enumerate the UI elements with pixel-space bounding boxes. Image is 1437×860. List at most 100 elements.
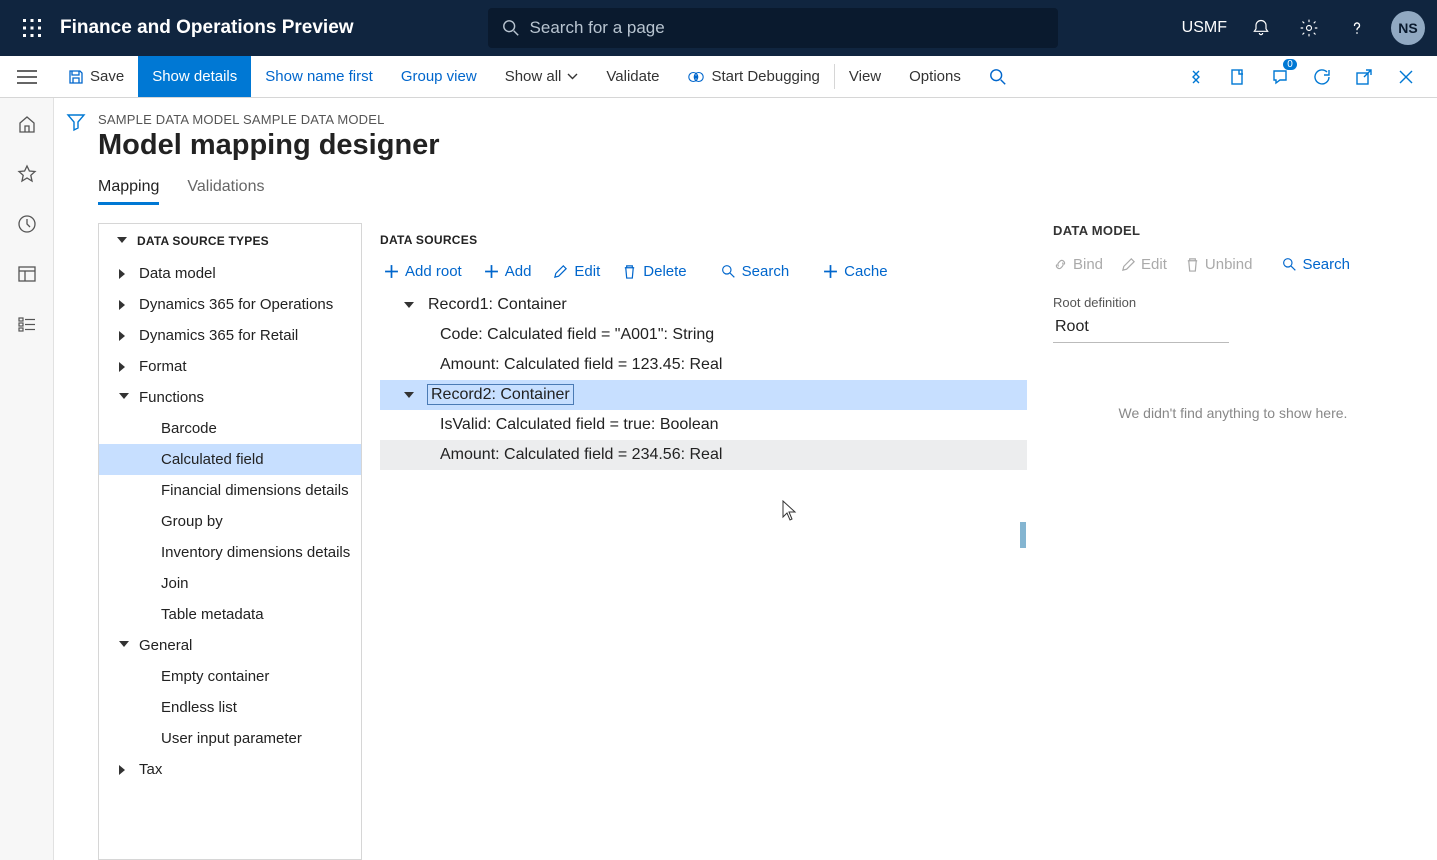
show-all-dropdown[interactable]: Show all (491, 56, 593, 97)
show-name-first-button[interactable]: Show name first (251, 56, 387, 97)
dst-d365-retail[interactable]: Dynamics 365 for Retail (99, 320, 361, 351)
avatar[interactable]: NS (1391, 11, 1425, 45)
close-icon[interactable] (1393, 64, 1419, 90)
dst-d365-operations[interactable]: Dynamics 365 for Operations (99, 289, 361, 320)
help-icon[interactable] (1343, 14, 1371, 42)
refresh-icon[interactable] (1309, 64, 1335, 90)
delete-icon (622, 264, 637, 279)
chevron-down-icon (567, 73, 578, 80)
dst-table-metadata[interactable]: Table metadata (99, 599, 361, 630)
home-icon[interactable] (13, 110, 41, 138)
top-banner: Finance and Operations Preview USMF NS (0, 0, 1437, 56)
dst-format[interactable]: Format (99, 351, 361, 382)
ds-amount1[interactable]: Amount: Calculated field = 123.45: Real (380, 350, 1027, 380)
dst-group-by[interactable]: Group by (99, 506, 361, 537)
ds-amount2[interactable]: Amount: Calculated field = 234.56: Real (380, 440, 1027, 470)
command-bar-right: 0 (1183, 56, 1437, 97)
settings-icon[interactable] (1295, 14, 1323, 42)
dst-endless-list[interactable]: Endless list (99, 692, 361, 723)
ds-code[interactable]: Code: Calculated field = "A001": String (380, 320, 1027, 350)
tab-mapping[interactable]: Mapping (98, 178, 159, 205)
workspaces-icon[interactable] (13, 260, 41, 288)
global-search-input[interactable] (530, 18, 1044, 38)
link-icon (1053, 257, 1068, 272)
dm-title: DATA MODEL (1053, 223, 1413, 256)
ds-isvalid[interactable]: IsValid: Calculated field = true: Boolea… (380, 410, 1027, 440)
splitter-handle[interactable] (1020, 522, 1026, 548)
dst-calculated-field[interactable]: Calculated field (99, 444, 361, 475)
root-definition-field[interactable]: Root (1053, 312, 1229, 343)
favorites-icon[interactable] (13, 160, 41, 188)
messages-icon[interactable]: 0 (1267, 64, 1293, 90)
dst-barcode[interactable]: Barcode (99, 413, 361, 444)
command-bar: Save Show details Show name first Group … (0, 56, 1437, 98)
global-search[interactable] (488, 8, 1058, 48)
banner-right: USMF NS (1182, 11, 1425, 45)
popout-icon[interactable] (1351, 64, 1377, 90)
add-button[interactable]: Add (484, 263, 532, 280)
dm-toolbar: Bind Edit Unbind Search (1053, 256, 1413, 273)
app-launcher-icon[interactable] (12, 8, 52, 48)
link-icon[interactable] (1183, 64, 1209, 90)
edit-icon (1121, 257, 1136, 272)
group-view-button[interactable]: Group view (387, 56, 491, 97)
edit-button[interactable]: Edit (553, 263, 600, 280)
add-root-button[interactable]: Add root (384, 263, 462, 280)
messages-badge: 0 (1283, 59, 1297, 70)
dst-user-input[interactable]: User input parameter (99, 723, 361, 754)
dst-data-model[interactable]: Data model (99, 258, 361, 289)
search-button[interactable]: Search (721, 263, 790, 280)
root-definition-label: Root definition (1053, 295, 1413, 310)
dm-edit-button[interactable]: Edit (1121, 256, 1167, 273)
ds-record2[interactable]: Record2: Container (380, 380, 1027, 410)
dst-tax[interactable]: Tax (99, 754, 361, 785)
filter-column (54, 98, 98, 860)
tabs: Mapping Validations (98, 178, 1437, 205)
attach-icon[interactable] (1225, 64, 1251, 90)
left-nav-rail (0, 98, 54, 860)
validate-button[interactable]: Validate (592, 56, 673, 97)
dst-empty-container[interactable]: Empty container (99, 661, 361, 692)
show-details-button[interactable]: Show details (138, 56, 251, 97)
dst-join[interactable]: Join (99, 568, 361, 599)
app-title: Finance and Operations Preview (60, 17, 354, 39)
data-sources-panel: DATA SOURCES Add root Add Edit Delete Se… (362, 223, 1045, 860)
start-debugging-button[interactable]: Start Debugging (673, 56, 833, 97)
dst-financial-dimensions[interactable]: Financial dimensions details (99, 475, 361, 506)
save-button[interactable]: Save (54, 56, 138, 97)
options-button[interactable]: Options (895, 56, 975, 97)
save-icon (68, 69, 84, 85)
notifications-icon[interactable] (1247, 14, 1275, 42)
company-label[interactable]: USMF (1182, 19, 1227, 37)
bind-button[interactable]: Bind (1053, 256, 1103, 273)
tab-validations[interactable]: Validations (187, 178, 264, 205)
dst-general[interactable]: General (99, 630, 361, 661)
command-search-icon[interactable] (975, 56, 1021, 97)
debug-icon (687, 68, 705, 86)
view-button[interactable]: View (835, 56, 895, 97)
dst-functions[interactable]: Functions (99, 382, 361, 413)
nav-toggle-icon[interactable] (0, 56, 54, 97)
cache-button[interactable]: Cache (823, 263, 887, 280)
delete-icon (1185, 257, 1200, 272)
delete-button[interactable]: Delete (622, 263, 686, 280)
dst-header[interactable]: DATA SOURCE TYPES (99, 224, 361, 258)
dst-inventory-dimensions[interactable]: Inventory dimensions details (99, 537, 361, 568)
ds-title: DATA SOURCES (380, 223, 1027, 259)
ds-toolbar: Add root Add Edit Delete Search Cache (380, 259, 1027, 290)
search-icon (1282, 257, 1297, 272)
ds-record1[interactable]: Record1: Container (380, 290, 1027, 320)
dm-search-button[interactable]: Search (1282, 256, 1350, 273)
filter-icon[interactable] (66, 112, 86, 860)
dm-empty-message: We didn't find anything to show here. (1053, 405, 1413, 421)
unbind-button[interactable]: Unbind (1185, 256, 1253, 273)
plus-icon (484, 264, 499, 279)
data-source-types-panel: DATA SOURCE TYPES Data model Dynamics 36… (98, 223, 362, 860)
main-content: SAMPLE DATA MODEL SAMPLE DATA MODEL Mode… (98, 98, 1437, 860)
plus-icon (823, 264, 838, 279)
page-title: Model mapping designer (98, 129, 1437, 162)
breadcrumb: SAMPLE DATA MODEL SAMPLE DATA MODEL (98, 112, 1437, 127)
recent-icon[interactable] (13, 210, 41, 238)
edit-icon (553, 264, 568, 279)
modules-icon[interactable] (13, 310, 41, 338)
